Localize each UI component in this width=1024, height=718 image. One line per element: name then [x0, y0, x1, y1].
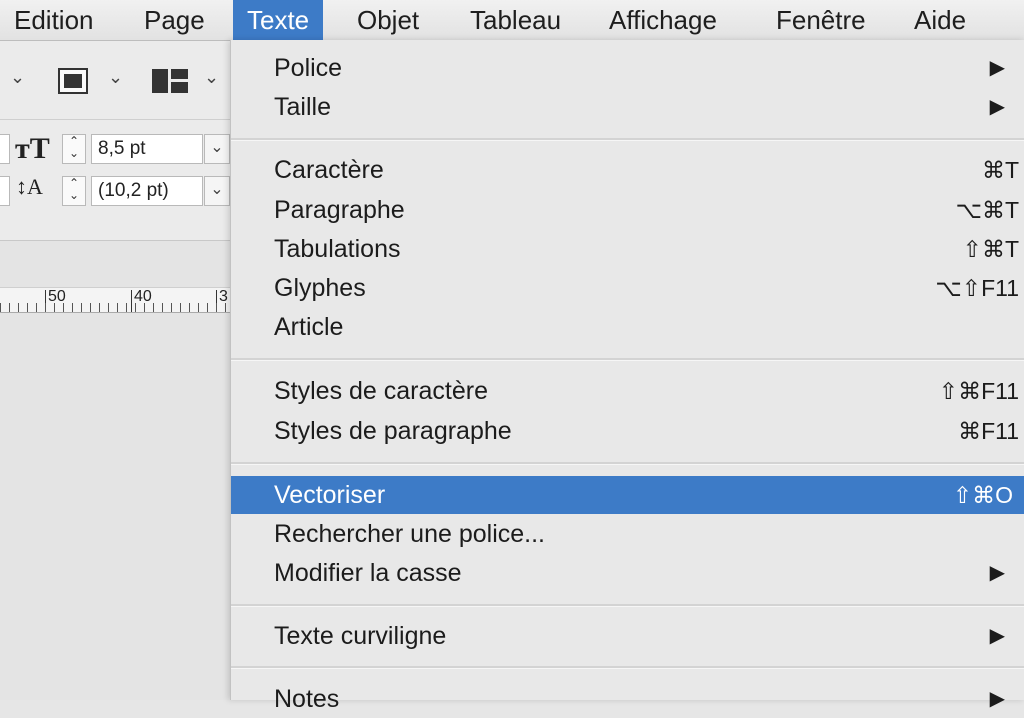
control-panel: ⌄ ⌄ ⌄ ᴛT ⌃ ⌄ 8,5 pt ⌄ ↕A ⌃ ⌄ (10,2 pt) ⌄ 5…: [0, 41, 230, 700]
field-edge: [0, 176, 10, 206]
leading-icon: ↕A: [16, 174, 43, 199]
leading-input[interactable]: (10,2 pt): [91, 176, 203, 206]
menu-item-vectoriser[interactable]: Vectoriser ⇧⌘O: [231, 476, 1024, 514]
toolbar-row-2: ᴛT ⌃ ⌄ 8,5 pt ⌄ ↕A ⌃ ⌄ (10,2 pt) ⌄: [0, 120, 230, 241]
font-size-stepper[interactable]: ⌃ ⌄: [62, 134, 86, 164]
menu-bar: Edition Page Texte Objet Tableau Afficha…: [0, 0, 1024, 41]
menu-item-styles-caractere[interactable]: Styles de caractère ⇧⌘F11: [231, 372, 1024, 410]
menu-objet[interactable]: Objet: [357, 0, 419, 40]
menu-texte[interactable]: Texte: [233, 0, 324, 40]
menu-edition[interactable]: Edition: [14, 0, 94, 40]
shortcut-label: ⌘F11: [958, 418, 1019, 444]
font-size-input[interactable]: 8,5 pt: [91, 134, 203, 164]
submenu-arrow-icon: ▶: [989, 688, 1005, 710]
menu-item-tabulations[interactable]: Tabulations ⇧⌘T: [231, 230, 1024, 268]
toolbar-row-1: ⌄ ⌄ ⌄: [0, 41, 230, 120]
shortcut-label: ⇧⌘O: [952, 482, 1013, 508]
menu-item-modifier-casse[interactable]: Modifier la casse ▶: [231, 554, 1024, 592]
menu-item-rechercher-police[interactable]: Rechercher une police...: [231, 515, 1024, 553]
submenu-arrow-icon: ▶: [989, 562, 1005, 584]
menu-affichage[interactable]: Affichage: [609, 0, 717, 40]
field-edge: [0, 134, 10, 164]
menu-item-styles-paragraphe[interactable]: Styles de paragraphe ⌘F11: [231, 412, 1024, 450]
menu-separator: [231, 358, 1024, 361]
menu-item-paragraphe[interactable]: Paragraphe ⌥⌘T: [231, 191, 1024, 229]
menu-item-glyphes[interactable]: Glyphes ⌥⇧F11: [231, 269, 1024, 307]
font-size-dropdown[interactable]: ⌄: [204, 134, 230, 164]
chevron-down-icon[interactable]: ⌄: [10, 67, 25, 88]
menu-separator: [231, 604, 1024, 607]
horizontal-ruler: 50 40 3: [0, 287, 230, 313]
font-size-icon: ᴛT: [15, 132, 50, 165]
shortcut-label: ⌥⌘T: [955, 197, 1019, 223]
chevron-down-icon[interactable]: ⌄: [108, 67, 123, 88]
submenu-arrow-icon: ▶: [989, 625, 1005, 647]
submenu-arrow-icon: ▶: [989, 96, 1005, 118]
fitting-frame-icon[interactable]: [58, 68, 88, 94]
shortcut-label: ⇧⌘T: [962, 236, 1019, 262]
leading-dropdown[interactable]: ⌄: [204, 176, 230, 206]
chevron-down-icon[interactable]: ⌄: [204, 67, 219, 88]
menu-item-texte-curviligne[interactable]: Texte curviligne ▶: [231, 617, 1024, 655]
shortcut-label: ⌥⇧F11: [935, 275, 1019, 301]
menu-separator: [231, 138, 1024, 141]
menu-page[interactable]: Page: [144, 0, 205, 40]
layout-grid-icon[interactable]: [152, 69, 188, 93]
menu-item-caractere[interactable]: Caractère ⌘T: [231, 151, 1024, 189]
shortcut-label: ⌘T: [981, 157, 1019, 183]
menu-item-notes[interactable]: Notes ▶: [231, 680, 1024, 718]
menu-separator: [231, 666, 1024, 669]
texte-menu-dropdown: Police ▶ Taille ▶ Caractère ⌘T Paragraph…: [230, 40, 1024, 713]
menu-item-taille[interactable]: Taille ▶: [231, 88, 1024, 126]
menu-item-police[interactable]: Police ▶: [231, 49, 1024, 87]
submenu-arrow-icon: ▶: [989, 57, 1005, 79]
leading-stepper[interactable]: ⌃ ⌄: [62, 176, 86, 206]
menu-item-article[interactable]: Article: [231, 308, 1024, 346]
menu-tableau[interactable]: Tableau: [470, 0, 561, 40]
shortcut-label: ⇧⌘F11: [938, 378, 1019, 404]
menu-aide[interactable]: Aide: [914, 0, 966, 40]
menu-fenetre[interactable]: Fenêtre: [776, 0, 866, 40]
menu-separator: [231, 462, 1024, 465]
